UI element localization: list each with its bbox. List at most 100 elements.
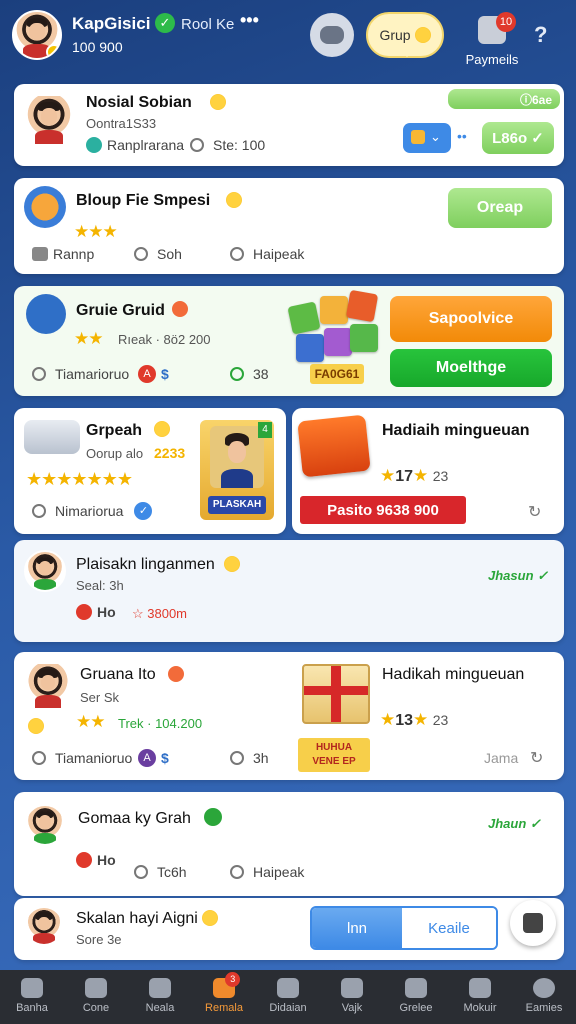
profile-card[interactable]: Nosial Sobian Oontra1S33 Ranplrarana Ste… xyxy=(14,84,564,166)
emoji-icon xyxy=(168,666,184,682)
more-menu-button[interactable]: ••• xyxy=(240,10,259,31)
top-header: KapGisici ✓ Rool Ke ••• 100 900 Grup Pay… xyxy=(0,0,576,78)
smile-icon xyxy=(154,421,170,437)
nav-item-groups[interactable]: Mokuir xyxy=(448,970,512,1024)
bottom-navigation: Banha Cone Neala 3 Remala Didaian Vajk Gr… xyxy=(0,970,576,1024)
check-icon: ✓ xyxy=(531,130,544,147)
user-role: Rool Ke xyxy=(181,16,235,33)
badge-icon xyxy=(28,718,44,734)
nav-item-games[interactable]: Eamies xyxy=(512,970,576,1024)
translate-button[interactable]: ⌄ xyxy=(403,123,451,153)
meta-item: Ranplrarana xyxy=(86,137,184,153)
card-subtitle: Oorup alo xyxy=(86,446,144,461)
meta-item: Tiamanioruo xyxy=(32,750,132,766)
segment-1[interactable]: lnn xyxy=(312,908,402,948)
segment-2[interactable]: Keaile xyxy=(402,908,496,948)
grup-bubble-button[interactable]: Grup xyxy=(366,12,444,58)
user-avatar[interactable] xyxy=(12,10,62,60)
card-title: Plaisakn linganmen xyxy=(76,556,215,573)
weekly-reward-card[interactable]: Hadiaih mingueuan ★17★ 23 Pasito 9638 90… xyxy=(292,408,564,534)
nav-badge: 3 xyxy=(225,972,241,987)
smile-icon xyxy=(226,192,242,208)
meta-label: Nimariorua xyxy=(55,503,124,519)
check-icon xyxy=(86,137,102,153)
reward-book-image xyxy=(297,414,371,478)
help-button[interactable]: ? xyxy=(534,22,547,48)
translate-icon xyxy=(411,130,425,144)
currency-icon: $ xyxy=(161,366,169,382)
meta-label: 3h xyxy=(253,750,269,766)
rating-count: 23 xyxy=(432,468,449,484)
nav-item-gifts[interactable]: Grelee xyxy=(384,970,448,1024)
nav-item-chat[interactable]: Vajk xyxy=(320,970,384,1024)
group-feature-card[interactable]: Gruie Gruid ★★ Rıeak · 8ö2 200 Tiamarior… xyxy=(14,286,564,396)
card-title: Hadiaih mingueuan xyxy=(382,422,530,439)
primary-action-button[interactable]: Sapoolvice xyxy=(390,296,552,342)
user-name: KapGisici xyxy=(72,14,151,33)
nav-item-settings[interactable]: Neala xyxy=(128,970,192,1024)
alert-icon: A xyxy=(138,749,156,767)
alert-icon: A xyxy=(138,365,156,383)
payments-badge: 10 xyxy=(496,12,516,32)
nav-label: Didaian xyxy=(269,1002,307,1014)
clock-icon xyxy=(190,138,204,152)
group-action[interactable]: Rannp xyxy=(32,246,94,262)
smile-icon xyxy=(414,27,431,43)
card-title: Gruana Ito xyxy=(80,666,156,683)
secondary-action-button[interactable]: Moelthge xyxy=(390,349,552,387)
heart-item[interactable]: Ho xyxy=(76,604,116,620)
search-item[interactable]: Haipeak xyxy=(230,864,304,880)
share-icon[interactable]: ↻ xyxy=(530,748,543,768)
dots-icon: •• xyxy=(457,128,467,144)
action-button[interactable]: L86o ✓ xyxy=(482,122,554,154)
card-subtitle: Rıeak · 8ö2 200 xyxy=(118,332,211,347)
group-button[interactable]: Oreap xyxy=(448,188,552,228)
group-card-3[interactable]: Gomaa ky Grah Ho Tc6h Haipeak Jhaun ✓ xyxy=(14,792,564,896)
nav-item-profile[interactable]: Cone xyxy=(64,970,128,1024)
nav-item-messages[interactable]: 3 Remala xyxy=(192,970,256,1024)
nav-label: Remala xyxy=(205,1002,243,1014)
nav-item-home[interactable]: Banha xyxy=(0,970,64,1024)
floating-add-button[interactable] xyxy=(510,900,556,946)
nav-label: Neala xyxy=(145,1002,175,1014)
group-action[interactable]: Soh xyxy=(134,246,182,262)
smile-icon xyxy=(224,556,240,572)
card-subtitle: Ser Sk xyxy=(80,690,120,705)
gift-icon xyxy=(405,978,427,998)
chat-button[interactable] xyxy=(310,13,354,57)
chevron-down-icon: ⌄ xyxy=(430,129,441,144)
check-icon xyxy=(230,367,244,381)
rating-row: ★17★ 23 xyxy=(380,466,448,486)
group-card[interactable]: Bloup Fie Smpesi ★★★ Oreap Rannp Soh Hai… xyxy=(14,178,564,274)
player-card[interactable]: Grpeah Oorup alo 2233 ★★★★★★★ Nimariorua… xyxy=(14,408,286,534)
heart-icon xyxy=(76,604,92,620)
share-icon[interactable]: ↻ xyxy=(528,502,541,522)
timer-icon xyxy=(32,751,46,765)
bottom-group-card[interactable]: Skalan hayi Aigni Sore 3e lnn Keaile xyxy=(14,898,564,960)
action-label: L86o xyxy=(492,129,528,147)
heart-item[interactable]: Ho xyxy=(76,852,116,868)
action-label: Soh xyxy=(157,246,182,262)
segmented-control[interactable]: lnn Keaile xyxy=(310,906,498,950)
distance-label: ☆ 3800m xyxy=(132,606,188,621)
level-badge-icon xyxy=(46,44,60,58)
verified-icon xyxy=(204,808,222,826)
timer-icon xyxy=(32,367,46,381)
card-title: Bloup Fie Smpesi xyxy=(76,192,211,209)
card-title: Gomaa ky Grah xyxy=(78,810,191,827)
group-card-2[interactable]: Gruana Ito Ser Sk ★★ Trek · 104.200 Tiam… xyxy=(14,652,564,780)
rating-stars: ★★★★★★★ xyxy=(26,469,133,489)
meta-label: Tiamarioruo xyxy=(55,366,130,382)
search-item[interactable]: Tc6h xyxy=(134,864,187,880)
grup-label: Grup xyxy=(379,27,411,43)
nav-item-gallery[interactable]: Didaian xyxy=(256,970,320,1024)
group-action[interactable]: Haipeak xyxy=(230,246,304,262)
status-label: Jhasun ✓ xyxy=(488,568,549,583)
card-subtitle: Seal: 3h xyxy=(76,578,124,593)
portrait-badge: 4 xyxy=(258,422,272,438)
invite-card[interactable]: Plaisakn linganmen Seal: 3h Ho ☆ 3800m J… xyxy=(14,540,564,642)
meta-item: 3h xyxy=(230,750,269,766)
star-icon: ★ xyxy=(380,466,396,485)
card-title: Grpeah xyxy=(86,422,143,439)
rating-value: 17 xyxy=(395,468,414,485)
